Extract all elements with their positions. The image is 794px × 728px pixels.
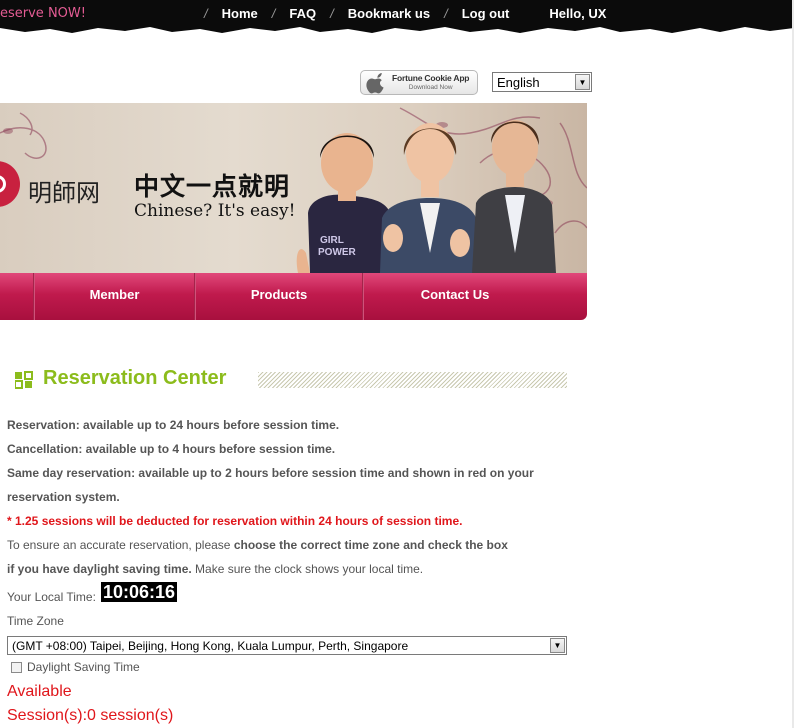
app-badge-subtitle: Download Now	[408, 83, 453, 91]
reserve-now-link[interactable]: eserve NOW!	[0, 6, 86, 21]
reservation-center-icon	[15, 371, 33, 389]
timezone-note-line-2: if you have daylight saving time. Make s…	[7, 562, 424, 576]
nav-faq-link[interactable]: FAQ	[289, 6, 316, 21]
user-greeting: Hello, UX	[549, 5, 607, 21]
top-bar-grunge-edge	[0, 24, 794, 33]
slogan-english: Chinese? It's easy!	[134, 201, 296, 221]
language-select[interactable]: English ▼	[492, 72, 592, 92]
rule-reservation: Reservation: available up to 24 hours be…	[7, 418, 340, 432]
chevron-down-icon[interactable]: ▼	[550, 638, 565, 653]
title-stripe-decoration	[258, 372, 567, 388]
app-badge-text: Fortune Cookie App Download Now	[392, 72, 470, 92]
available-sessions-count: Session(s):0 session(s)	[7, 707, 174, 724]
man-figure	[472, 120, 556, 273]
language-select-value: English	[497, 75, 540, 90]
rule-same-day-cont: reservation system.	[7, 490, 120, 504]
slogan-chinese: 中文一点就明	[134, 172, 291, 201]
rule-cancellation: Cancellation: available up to 4 hours be…	[7, 442, 336, 456]
timezone-select[interactable]: (GMT +08:00) Taipei, Beijing, Hong Kong,…	[7, 636, 567, 655]
top-nav: / Home / FAQ / Bookmark us / Log out Hel…	[190, 4, 606, 22]
nav-bookmark-link[interactable]: Bookmark us	[348, 6, 430, 21]
apple-icon	[366, 72, 384, 93]
main-nav-bar: Member Products Contact Us	[0, 273, 587, 320]
brand-logo-text: 明師网	[28, 179, 100, 207]
local-time-label: Your Local Time:	[7, 590, 96, 604]
nav-separator: /	[271, 5, 276, 21]
session-deduction-warning: * 1.25 sessions will be deducted for res…	[7, 514, 463, 528]
woman-figure	[380, 123, 478, 273]
rule-same-day: Same day reservation: available up to 2 …	[7, 466, 534, 480]
nav-separator: /	[444, 5, 448, 21]
reservation-center-title: Reservation Center	[43, 367, 227, 389]
nav-contact-tab[interactable]: Contact Us	[364, 273, 546, 320]
available-label: Available	[7, 683, 72, 700]
timezone-select-value: (GMT +08:00) Taipei, Beijing, Hong Kong,…	[12, 639, 409, 653]
banner-people-photo: GIRL POWER	[296, 120, 556, 273]
svg-text:POWER: POWER	[318, 247, 357, 258]
nav-products-tab[interactable]: Products	[196, 273, 362, 320]
daylight-saving-option[interactable]: Daylight Saving Time	[11, 660, 140, 674]
local-time-clock: 10:06:16	[101, 582, 178, 602]
boy-figure: GIRL POWER	[296, 133, 390, 273]
nav-home-link[interactable]: Home	[222, 6, 258, 21]
nav-separator: /	[330, 5, 334, 21]
timezone-note-line-1: To ensure an accurate reservation, pleas…	[7, 538, 508, 552]
hero-banner: 明師网 中文一点就明 Chinese? It's easy! GIRL POWE…	[0, 103, 587, 273]
fortune-cookie-app-button[interactable]: Fortune Cookie App Download Now	[360, 70, 478, 95]
timezone-label: Time Zone	[7, 614, 64, 628]
daylight-saving-checkbox[interactable]	[11, 661, 22, 673]
svg-text:GIRL: GIRL	[320, 235, 344, 246]
nav-member-tab[interactable]: Member	[35, 273, 194, 320]
daylight-saving-label[interactable]: Daylight Saving Time	[27, 660, 140, 674]
app-badge-title: Fortune Cookie App	[392, 72, 470, 83]
nav-separator: /	[204, 5, 208, 21]
nav-logout-link[interactable]: Log out	[462, 6, 510, 21]
chevron-down-icon[interactable]: ▼	[575, 74, 590, 90]
